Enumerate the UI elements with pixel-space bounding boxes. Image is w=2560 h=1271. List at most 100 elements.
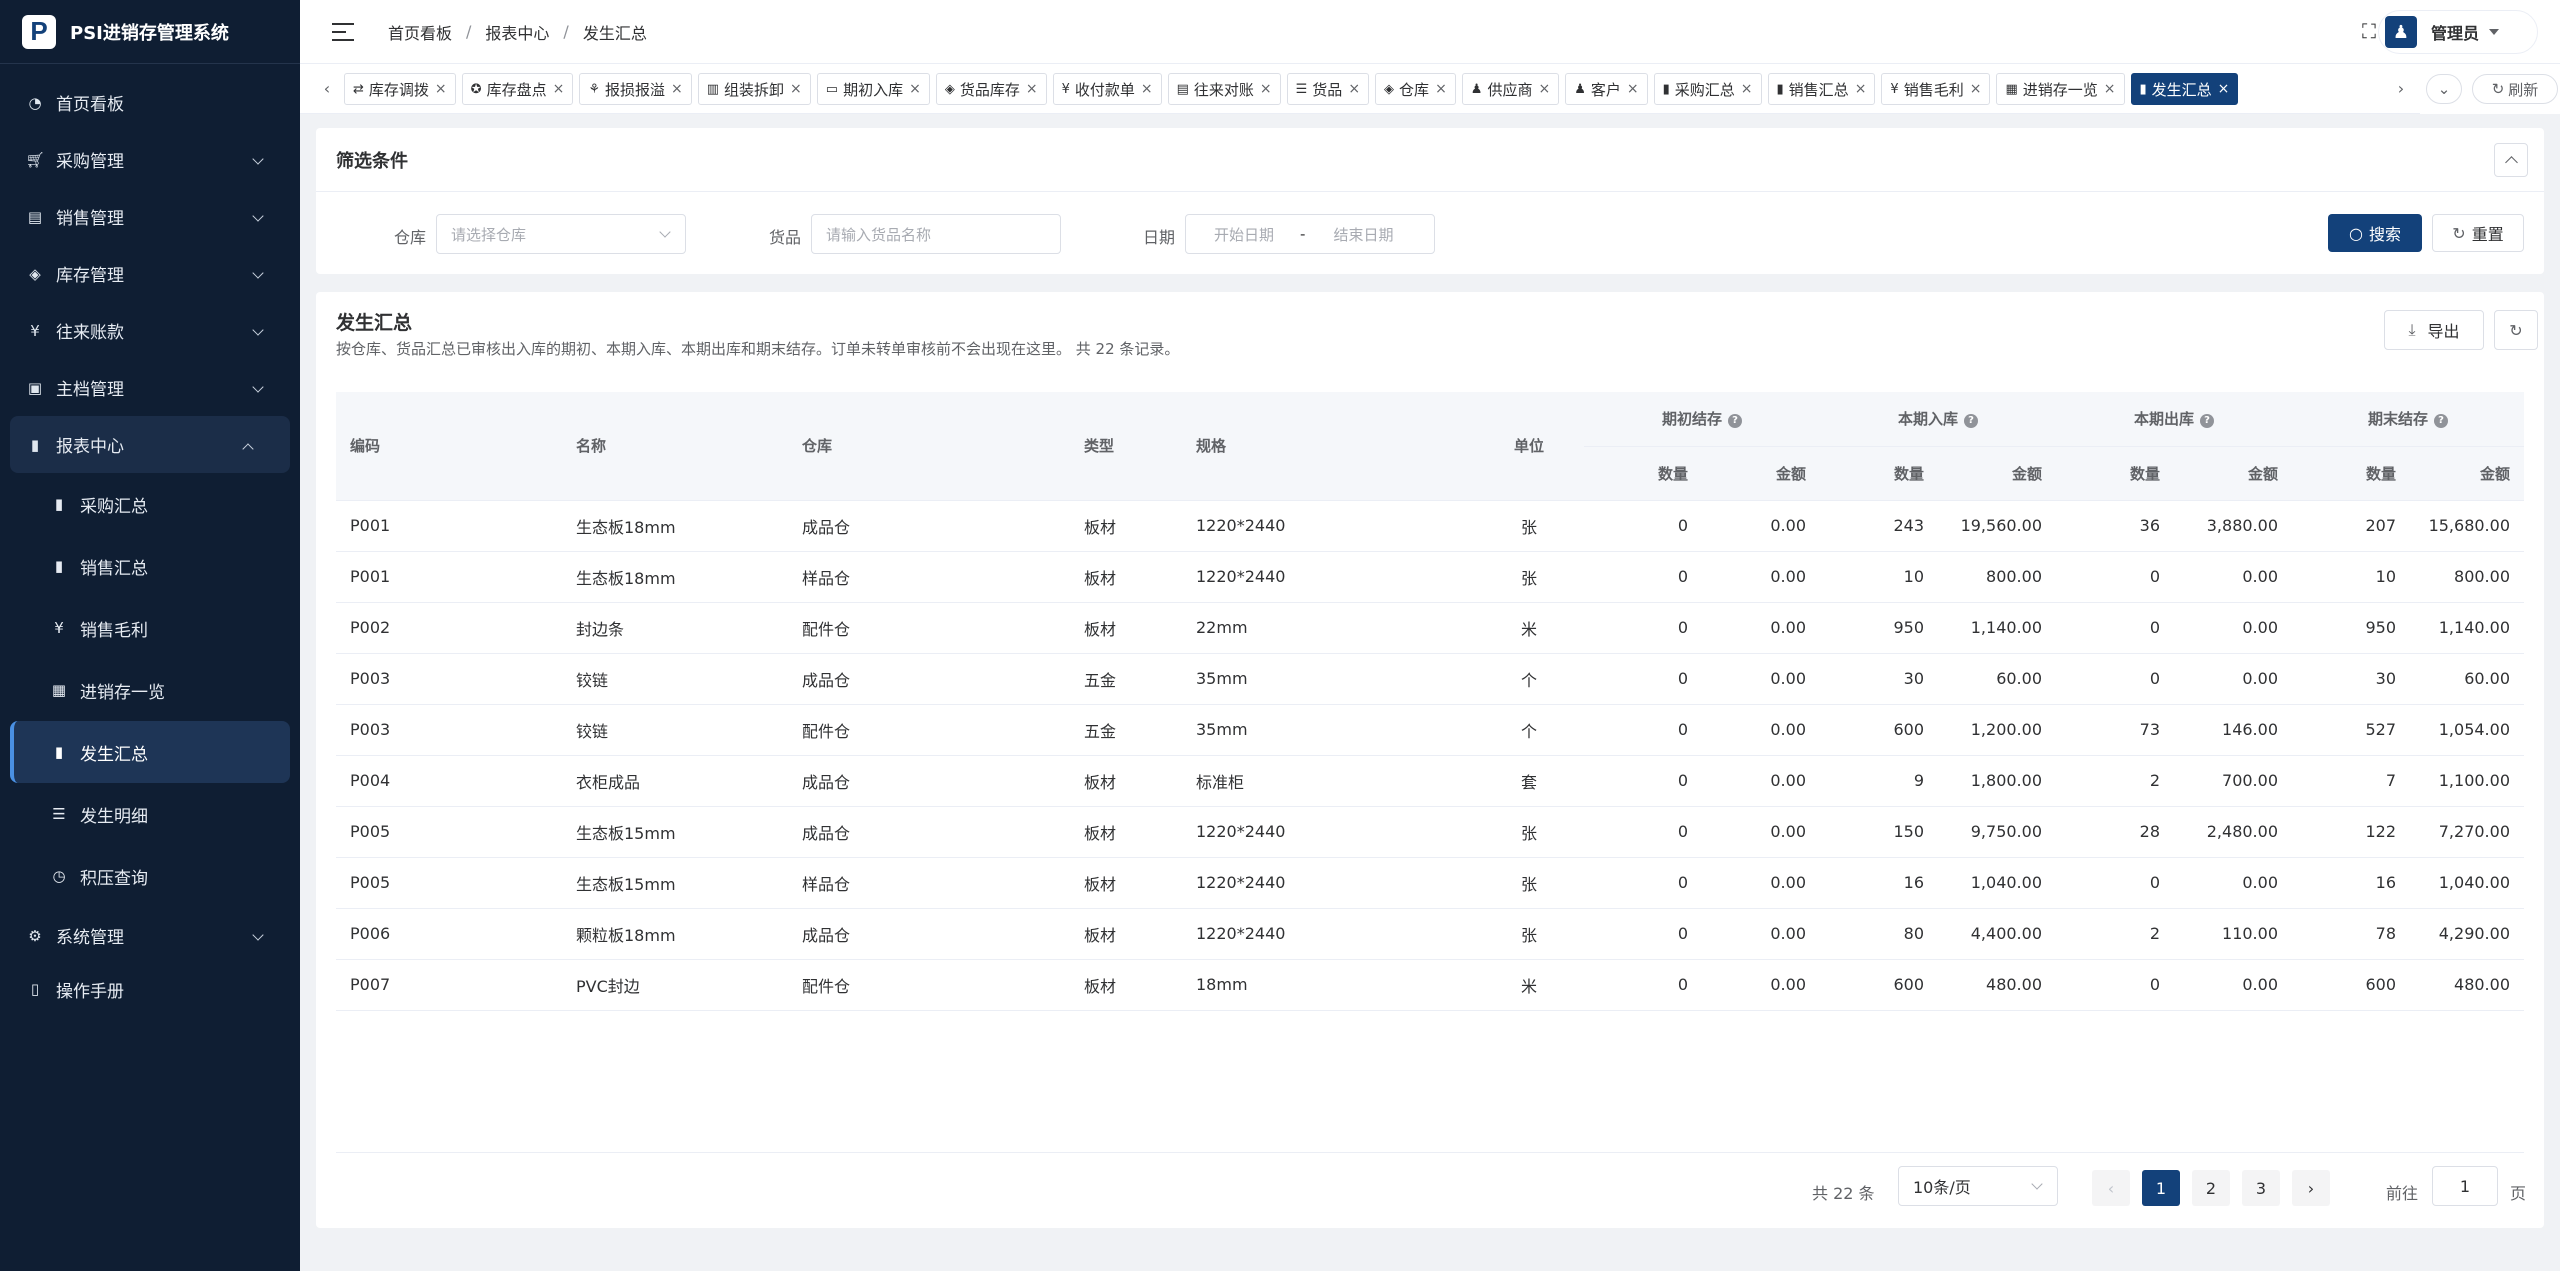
close-icon[interactable]: × <box>1627 81 1639 97</box>
page-3-button[interactable]: 3 <box>2242 1170 2280 1206</box>
cell-inbound-qty: 600 <box>1820 704 1938 756</box>
table-row[interactable]: P001 生态板18mm 成品仓 板材 1220*2440 张 0 0.00 243 19,560… <box>336 500 2524 552</box>
menu-dashboard[interactable]: ◔ 首页看板 <box>0 74 300 131</box>
next-page-button[interactable]: › <box>2292 1170 2330 1206</box>
app-logo[interactable]: P PSI进销存管理系统 <box>0 0 300 64</box>
table-row[interactable]: P007 PVC封边 配件仓 板材 18mm 米 0 0.00 600 480.00 0 0.00 60… <box>336 959 2524 1011</box>
cell-closing-amount: 1,100.00 <box>2410 755 2524 807</box>
tab-opening-stock[interactable]: ▭ 期初入库 × <box>816 73 930 105</box>
table-row[interactable]: P003 铰链 成品仓 五金 35mm 个 0 0.00 30 60.00 0 0.00 30 60.00 <box>336 653 2524 705</box>
close-icon[interactable]: × <box>1435 81 1447 97</box>
tab-stock-count[interactable]: ✪ 库存盘点 × <box>461 73 574 105</box>
date-range-picker[interactable]: 开始日期 - 结束日期 <box>1185 214 1435 254</box>
tab-supplier[interactable]: ♟ 供应商 × <box>1461 73 1560 105</box>
close-icon[interactable]: × <box>671 81 683 97</box>
close-icon[interactable]: × <box>1260 81 1272 97</box>
help-icon[interactable]: ? <box>2200 414 2214 429</box>
tab-warehouse[interactable]: ◈ 仓库 × <box>1375 73 1456 105</box>
tab-goods-stock[interactable]: ◈ 货品库存 × <box>935 73 1047 105</box>
tab-psi-overview[interactable]: ▦ 进销存一览 × <box>1996 73 2125 105</box>
close-icon[interactable]: × <box>2104 81 2116 97</box>
table-row[interactable]: P005 生态板15mm 样品仓 板材 1220*2440 张 0 0.00 16 1,040.0… <box>336 857 2524 909</box>
breadcrumb-home[interactable]: 首页看板 <box>388 20 452 44</box>
close-icon[interactable]: × <box>553 81 565 97</box>
submenu-sales-profit[interactable]: ¥ 销售毛利 <box>10 597 290 659</box>
search-button[interactable]: ○ 搜索 <box>2328 214 2422 252</box>
submenu-psi-overview[interactable]: ▦ 进销存一览 <box>10 659 290 721</box>
tab-occurrence-summary[interactable]: ▮ 发生汇总 × <box>2130 73 2239 105</box>
tab-customer[interactable]: ♟ 客户 × <box>1565 73 1648 105</box>
help-icon[interactable]: ? <box>1964 414 1978 429</box>
submenu-backlog-query[interactable]: ◷ 积压查询 <box>10 845 290 907</box>
tags-scroll-left-icon[interactable]: ‹ <box>312 73 342 103</box>
goto-page-input[interactable]: 1 <box>2432 1166 2498 1206</box>
table-row[interactable]: P006 颗粒板18mm 成品仓 板材 1220*2440 张 0 0.00 80 4,400.0… <box>336 908 2524 960</box>
submenu-occurrence-summary[interactable]: ▮ 发生汇总 <box>10 721 290 783</box>
col-qty: 数量 <box>2056 446 2174 501</box>
tab-assembly[interactable]: ▥ 组装拆卸 × <box>697 73 811 105</box>
goods-input[interactable]: 请输入货品名称 <box>811 214 1061 254</box>
refresh-table-button[interactable]: ↻ <box>2494 310 2538 350</box>
table-row[interactable]: P005 生态板15mm 成品仓 板材 1220*2440 张 0 0.00 150 9,750.… <box>336 806 2524 858</box>
page-2-button[interactable]: 2 <box>2192 1170 2230 1206</box>
sidebar: P PSI进销存管理系统 ◔ 首页看板 🛒︎ 采购管理 ▤ 销售管理 ◈ 库存管理 ¥ 往… <box>0 0 300 1271</box>
page-size-select[interactable]: 10条/页 <box>1898 1166 2058 1206</box>
menu-inventory[interactable]: ◈ 库存管理 <box>0 245 300 302</box>
report-title: 发生汇总 <box>336 312 413 334</box>
menu-manual[interactable]: ▯ 操作手册 <box>0 964 300 1014</box>
submenu-purchase-summary[interactable]: ▮ 采购汇总 <box>10 473 290 535</box>
refresh-tab-button[interactable]: ↻ 刷新 <box>2472 74 2558 104</box>
menu-purchase[interactable]: 🛒︎ 采购管理 <box>0 131 300 188</box>
close-icon[interactable]: × <box>909 81 921 97</box>
page-size-value: 10条/页 <box>1913 1178 1971 1197</box>
close-icon[interactable]: × <box>435 81 447 97</box>
tab-loss-overflow[interactable]: ⚘ 报损报溢 × <box>579 73 692 105</box>
tab-sales-summary[interactable]: ▮ 销售汇总 × <box>1767 73 1876 105</box>
user-menu[interactable]: ♟ 管理员 <box>2378 10 2538 54</box>
menu-sales[interactable]: ▤ 销售管理 <box>0 188 300 245</box>
close-icon[interactable]: × <box>1741 81 1753 97</box>
tab-purchase-summary[interactable]: ▮ 采购汇总 × <box>1653 73 1762 105</box>
export-button[interactable]: ⤓ 导出 <box>2384 310 2484 350</box>
cell-outbound-qty: 0 <box>2056 959 2174 1011</box>
tags-scroll-right-icon[interactable]: › <box>2386 73 2416 103</box>
menu-accounts[interactable]: ¥ 往来账款 <box>0 302 300 359</box>
table-row[interactable]: P002 封边条 配件仓 板材 22mm 米 0 0.00 950 1,140.00 0 0.00 95… <box>336 602 2524 654</box>
menu-toggle-icon[interactable] <box>332 22 354 41</box>
cell-warehouse: 样品仓 <box>788 857 1070 909</box>
submenu-sales-summary[interactable]: ▮ 销售汇总 <box>10 535 290 597</box>
menu-reports[interactable]: ▮ 报表中心 <box>10 416 290 473</box>
table-row[interactable]: P004 衣柜成品 成品仓 板材 标准柜套 0 0.00 9 1,800.00 2 700.00 7 1… <box>336 755 2524 807</box>
breadcrumb-reports[interactable]: 报表中心 <box>485 20 549 44</box>
tags-dropdown-icon[interactable]: ⌄ <box>2426 74 2462 104</box>
cell-inbound-amount: 1,800.00 <box>1938 755 2056 807</box>
table-row[interactable]: P001 生态板18mm 样品仓 板材 1220*2440 张 0 0.00 10 800.00 0… <box>336 551 2524 603</box>
close-icon[interactable]: × <box>1141 81 1153 97</box>
prev-page-button[interactable]: ‹ <box>2092 1170 2130 1206</box>
page-1-button[interactable]: 1 <box>2142 1170 2180 1206</box>
tab-payments[interactable]: ¥ 收付款单 × <box>1052 73 1162 105</box>
help-icon[interactable]: ? <box>2434 414 2448 429</box>
close-icon[interactable]: × <box>790 81 802 97</box>
close-icon[interactable]: × <box>1970 81 1982 97</box>
tab-goods[interactable]: ☰ 货品 × <box>1286 73 1370 105</box>
breadcrumb-separator: / <box>466 22 472 41</box>
warehouse-select[interactable]: 请选择仓库 <box>436 214 686 254</box>
tab-reconciliation[interactable]: ▤ 往来对账 × <box>1167 73 1281 105</box>
close-icon[interactable]: × <box>1348 81 1360 97</box>
table-row[interactable]: P003 铰链 配件仓 五金 35mm 个 0 0.00 600 1,200.00 73 146.00… <box>336 704 2524 756</box>
tab-sales-profit[interactable]: ¥ 销售毛利 × <box>1881 73 1991 105</box>
menu-system[interactable]: ⚙ 系统管理 <box>0 907 300 964</box>
help-icon[interactable]: ? <box>1728 414 1742 429</box>
collapse-button[interactable] <box>2494 143 2528 177</box>
close-icon[interactable]: × <box>1538 81 1550 97</box>
cell-name: PVC封边 <box>562 959 788 1011</box>
tab-stock-transfer[interactable]: ⇄ 库存调拨 × <box>344 73 456 105</box>
close-icon[interactable]: × <box>1855 81 1867 97</box>
menu-master[interactable]: ▣ 主档管理 <box>0 359 300 416</box>
reset-button[interactable]: ↻ 重置 <box>2432 214 2524 252</box>
submenu-occurrence-detail[interactable]: ☰ 发生明细 <box>10 783 290 845</box>
close-icon[interactable]: × <box>1026 81 1038 97</box>
tab-label: 销售毛利 <box>1903 80 1964 99</box>
close-icon[interactable]: × <box>2218 81 2230 97</box>
